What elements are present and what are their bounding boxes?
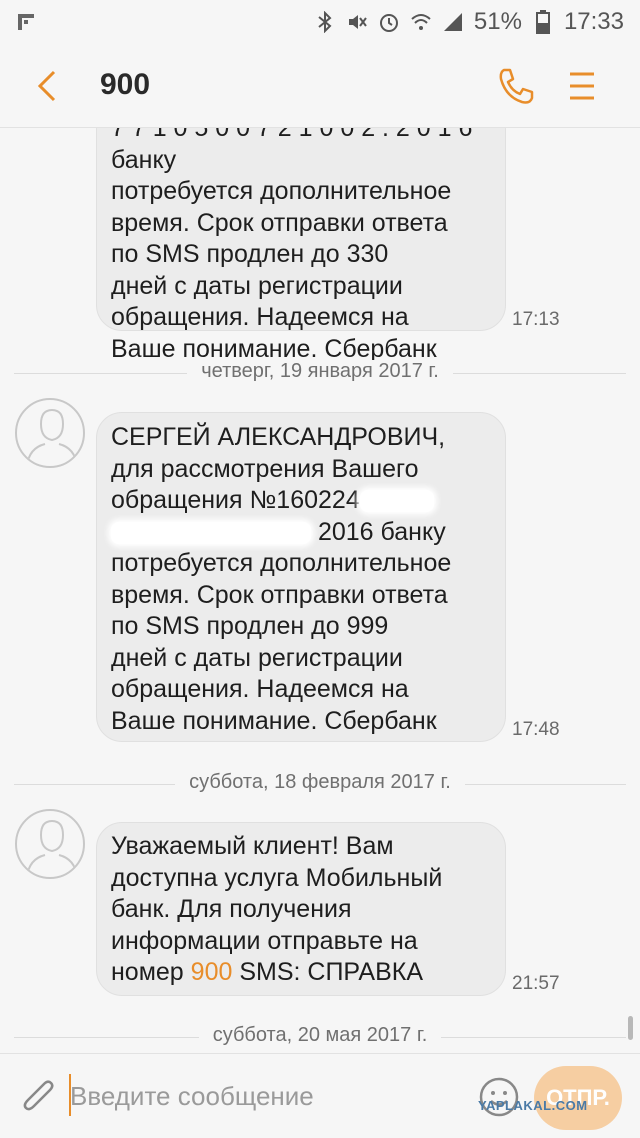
message-line: доступна услуга Мобильный [111,863,443,892]
date-divider: четверг, 19 января 2017 г. [14,358,626,388]
message-line: дней с даты регистрации [111,271,403,300]
avatar[interactable] [15,398,85,468]
scrollbar[interactable] [628,1016,633,1040]
conversation-title: 900 [100,68,151,101]
battery-percent: 51% [473,8,522,35]
message-bubble[interactable]: Уважаемый клиент! Вам доступна услуга Мо… [96,822,506,996]
message-line: Уважаемый клиент! Вам [111,832,394,860]
message-line: дней с даты регистрации [111,643,403,672]
signal-icon [442,11,464,33]
status-time: 17:33 [563,8,624,35]
date-divider: суббота, 20 мая 2017 г. [14,1022,626,1052]
message-line: время. Срок отправки ответа [111,580,448,609]
phone-call-icon[interactable] [494,64,538,108]
menu-icon[interactable] [560,64,604,108]
message-line: СЕРГЕЙ АЛЕКСАНДРОВИЧ, [111,423,446,451]
message-line: обращения. Надеемся на [111,675,409,703]
message-line: 7 7 1 0 5 0 0 7 2 1 0 0 2 . 2 0 1 6 банк… [111,128,473,174]
message-line: потребуется дополнительное [111,549,452,577]
message-line: для рассмотрения Вашего [111,454,419,483]
bluetooth-icon [314,11,336,33]
watermark: YAPLAKAL.COM [478,1098,588,1113]
person-icon [26,819,78,877]
message-line: время. Срок отправки ответа [111,208,448,237]
message-line: номер 900 SMS: СПРАВКА [111,958,424,986]
message-time: 17:13 [512,309,560,330]
message-bubble[interactable]: СЕРГЕЙ АЛЕКСАНДРОВИЧ, для рассмотрения В… [96,412,506,742]
redacted-text [111,521,311,544]
date-divider: суббота, 18 февраля 2017 г. [14,769,626,799]
status-bar: 51% 17:33 [0,0,640,44]
message-bubble[interactable]: 7 7 1 0 5 0 0 7 2 1 0 0 2 . 2 0 1 6 банк… [96,128,506,363]
message-line: по SMS продлен до 999 [111,612,389,640]
mute-icon [346,11,368,33]
avatar[interactable] [15,809,85,879]
compose-bar: ОТПР. [0,1053,640,1138]
message-line: информации отправьте на [111,926,418,955]
wifi-icon [410,11,432,33]
message-line: 2016 банку [111,517,491,549]
battery-icon [532,10,554,34]
message-line: потребуется дополнительное [111,177,452,205]
notification-icon [18,14,34,30]
phone-number-link[interactable]: 900 [191,958,233,986]
date-label: суббота, 18 февраля 2017 г. [175,771,465,793]
back-arrow-icon[interactable] [28,66,68,106]
message-list[interactable]: 7 7 1 0 5 0 0 7 2 1 0 0 2 . 2 0 1 6 банк… [0,128,640,1053]
message-line: Ваше понимание. Сбербанк [111,706,437,735]
message-input[interactable] [70,1076,460,1116]
person-icon [26,408,78,466]
message-time: 17:48 [512,719,560,740]
date-label: четверг, 19 января 2017 г. [187,360,453,382]
app-bar: 900 [0,44,640,128]
redacted-text [359,490,434,513]
status-icons: 51% 17:33 [314,8,624,36]
message-line: по SMS продлен до 330 [111,240,389,268]
message-line: обращения. Надеемся на [111,303,409,331]
attach-icon[interactable] [20,1076,60,1120]
message-time: 21:57 [512,973,560,994]
alarm-icon [378,11,400,33]
message-line: банк. Для получения [111,895,352,923]
message-line: обращения №160224 [111,485,491,517]
date-label: суббота, 20 мая 2017 г. [198,1024,442,1046]
